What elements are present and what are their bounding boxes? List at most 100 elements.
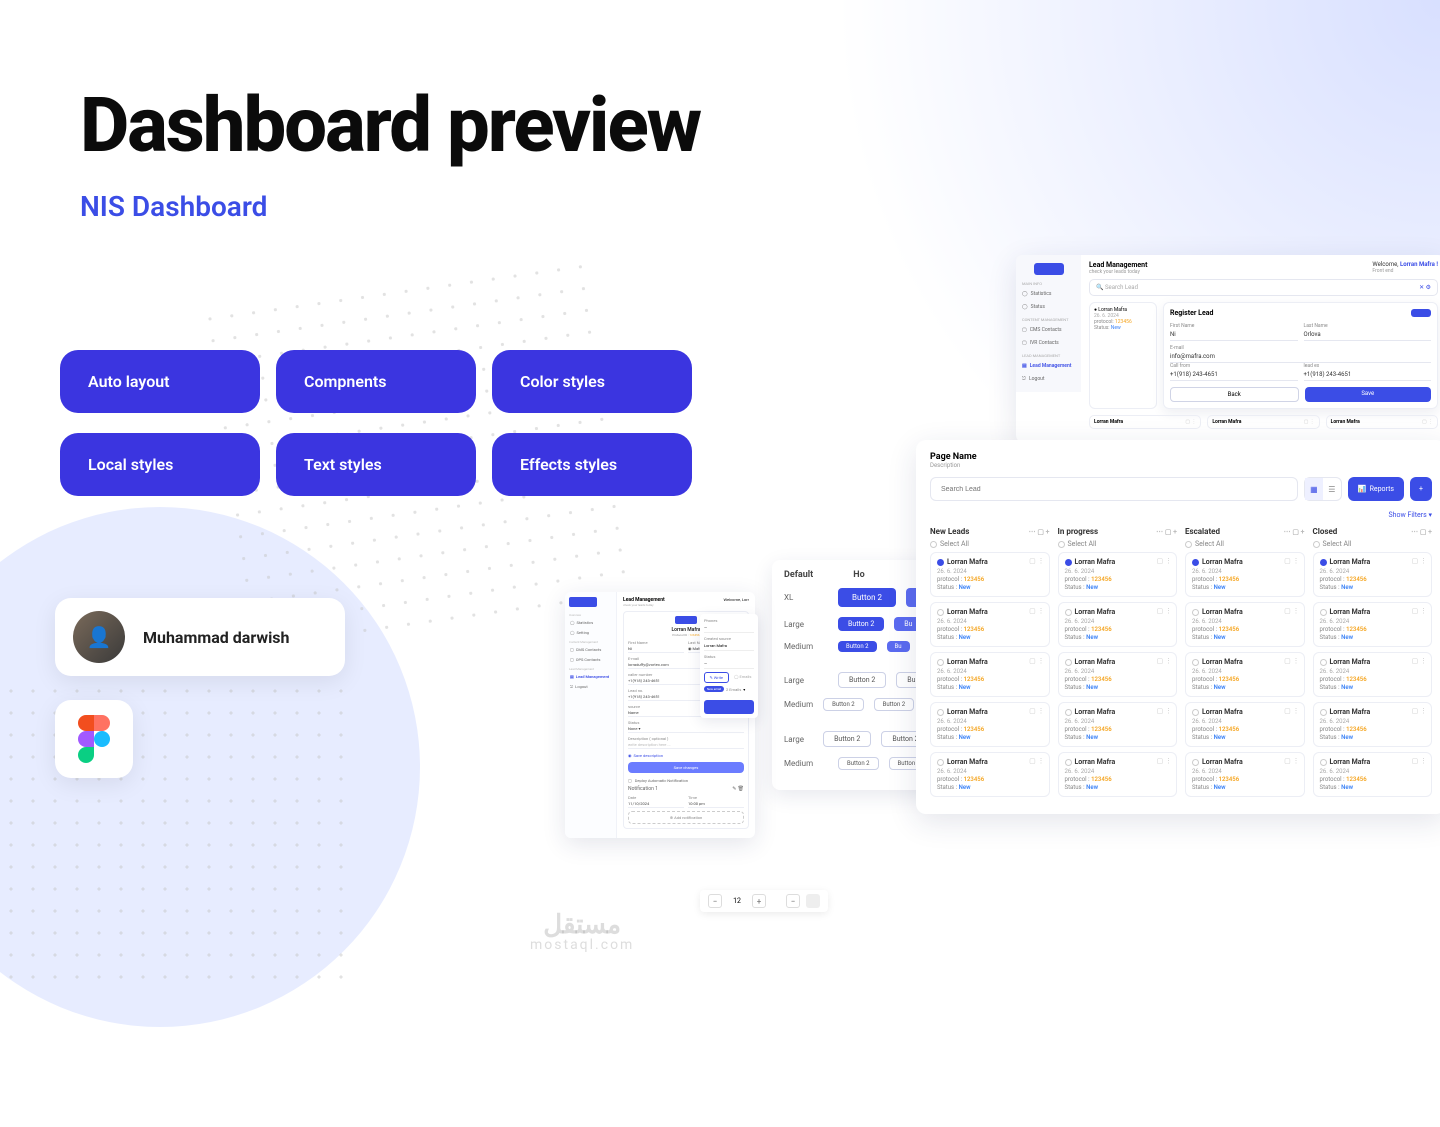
pill-text-styles: Text styles [276, 433, 476, 496]
save-changes-button[interactable]: Save changes [628, 762, 744, 773]
kanban-card[interactable]: Lorran Mafra ▢ ⋮ 26. 6. 2024 protocol : … [1313, 652, 1433, 697]
list-view-icon[interactable]: ☰ [1323, 478, 1341, 500]
grid-view-icon[interactable]: ▦ [1305, 478, 1323, 500]
new-email-chip[interactable]: New email [704, 686, 724, 692]
pill-components: Compnents [276, 350, 476, 413]
nav-section: Content Management [1022, 317, 1075, 322]
page-subtitle: NIS Dashboard [80, 190, 267, 223]
nav-ops-contacts[interactable]: ▢ OPS Contacts [569, 655, 612, 664]
button-outline[interactable]: Button 2 [823, 731, 871, 747]
first-name-input[interactable]: Ni [628, 645, 684, 653]
lead-ex-input[interactable]: +1(918) 243-4651 [1304, 369, 1432, 381]
nav-logout[interactable]: ⎋ Logout [569, 682, 612, 691]
kanban-card[interactable]: Lorran Mafra ▢ ⋮ 26. 6. 2024 protocol : … [1058, 752, 1178, 797]
emails-button[interactable]: ◯ Emails [732, 672, 755, 683]
nav-ivr-contacts[interactable]: ▢ IVR Contacts [1020, 337, 1077, 349]
write-button[interactable]: ✎ Write [704, 672, 729, 683]
button-large[interactable]: Button 2 [838, 617, 884, 631]
status-select[interactable]: None ▾ [628, 725, 744, 733]
button-outline-med[interactable]: Button 2 [838, 757, 879, 770]
first-name-input[interactable]: Ni [1170, 329, 1298, 341]
button-medium[interactable]: Button 2 [838, 641, 877, 652]
kanban-card[interactable]: Lorran Mafra ▢ ⋮ 26. 6. 2024 protocol : … [1313, 552, 1433, 597]
logo [1034, 263, 1064, 275]
author-avatar: 👤 [73, 611, 125, 663]
kanban-card[interactable]: Lorran Mafra ▢ ⋮ 26. 6. 2024 protocol : … [930, 702, 1050, 747]
author-card: 👤 Muhammad darwish [55, 598, 345, 676]
kanban-card[interactable]: Lorran Mafra ▢ ⋮ 26. 6. 2024 protocol : … [1313, 602, 1433, 647]
author-name: Muhammad darwish [143, 628, 289, 647]
plus-icon[interactable]: + [752, 894, 766, 908]
kanban-card[interactable]: Lorran Mafra ▢ ⋮ 26. 6. 2024 protocol : … [1185, 652, 1305, 697]
email-input[interactable]: info@mafra.com [1170, 351, 1431, 363]
search-input[interactable]: 🔍 Search Lead ✕ ⚙ [1089, 279, 1438, 296]
mini-card: Lorran Mafra ▢ ⋮ [1089, 415, 1201, 429]
kanban-card[interactable]: Lorran Mafra ▢ ⋮ 26. 6. 2024 protocol : … [1185, 752, 1305, 797]
kanban-card[interactable]: Lorran Mafra ▢ ⋮ 26. 6. 2024 protocol : … [930, 602, 1050, 647]
minus-icon[interactable]: − [786, 894, 800, 908]
date-input[interactable]: 11/10/2024 [628, 800, 684, 808]
figma-badge [55, 700, 133, 778]
call-from-input[interactable]: +1(918) 243-4651 [1170, 369, 1298, 381]
nav-lead-management[interactable]: ▤ Lead Management [569, 672, 612, 681]
logo [569, 597, 597, 607]
button-medium-hover[interactable]: Bu [887, 641, 910, 652]
kanban-card[interactable]: Lorran Mafra ▢ ⋮ 26. 6. 2024 protocol : … [1185, 552, 1305, 597]
view-toggle[interactable]: ▦ ☰ [1304, 477, 1342, 501]
lead-detail-card: ● Lorran Mafra 26. 6. 2024 protocol: 123… [1089, 302, 1157, 409]
time-input[interactable]: 10:00 pm [688, 800, 744, 808]
save-button[interactable]: Save [1305, 387, 1432, 402]
nav-lead-management[interactable]: ▤ Lead Management [1020, 360, 1077, 372]
add-notification-button[interactable]: ⊕ Add notification [628, 811, 744, 824]
mini-card: Lorran Mafra ▢ ⋮ [1326, 415, 1438, 429]
pill-auto-layout: Auto layout [60, 350, 260, 413]
nav-cms-contacts[interactable]: ▢ CMS Contacts [569, 645, 612, 654]
kanban-card[interactable]: Lorran Mafra ▢ ⋮ 26. 6. 2024 protocol : … [930, 752, 1050, 797]
nav-status[interactable]: ◯ Status [1020, 301, 1077, 313]
last-name-input[interactable]: Orlova [1304, 329, 1432, 341]
lead-panel-mock: Main Info ◯ Statistics ◯ Status Content … [1016, 255, 1440, 443]
kanban-card[interactable]: Lorran Mafra ▢ ⋮ 26. 6. 2024 protocol : … [1185, 602, 1305, 647]
kanban-card[interactable]: Lorran Mafra ▢ ⋮ 26. 6. 2024 protocol : … [1185, 702, 1305, 747]
add-button[interactable]: + [1410, 477, 1432, 501]
notify-toggle[interactable]: ▢ Deploy Automatic Notification [628, 778, 744, 783]
primary-action[interactable] [704, 700, 754, 714]
kanban-card[interactable]: Lorran Mafra ▢ ⋮ 26. 6. 2024 protocol : … [930, 652, 1050, 697]
page-title: Dashboard preview [80, 80, 700, 170]
nav-section: Main Info [1022, 281, 1075, 286]
kanban-card[interactable]: Lorran Mafra ▢ ⋮ 26. 6. 2024 protocol : … [1058, 552, 1178, 597]
register-lead-form: Register Lead First NameNi Last NameOrlo… [1163, 302, 1438, 409]
save-desc-check[interactable]: ◉ Save description [628, 753, 744, 758]
button-outline[interactable]: Button 2 [838, 672, 886, 688]
kanban-card[interactable]: Lorran Mafra ▢ ⋮ 26. 6. 2024 protocol : … [1058, 702, 1178, 747]
logo [675, 616, 697, 624]
welcome-text: Welcome, Lorr [723, 597, 749, 607]
nav-statistics[interactable]: ◯ Statistics [569, 618, 612, 627]
kanban-card[interactable]: Lorran Mafra ▢ ⋮ 26. 6. 2024 protocol : … [1313, 702, 1433, 747]
kanban-card[interactable]: Lorran Mafra ▢ ⋮ 26. 6. 2024 protocol : … [1058, 652, 1178, 697]
watermark: مستقل mostaql.com [530, 912, 634, 952]
nav-setting[interactable]: ◯ Setting [569, 628, 612, 637]
pill-color-styles: Color styles [492, 350, 692, 413]
role-text: Front end [1372, 268, 1438, 274]
back-button[interactable]: Back [1170, 387, 1299, 402]
panel-subtitle: check your leads today [1089, 269, 1147, 275]
kanban-card[interactable]: Lorran Mafra ▢ ⋮ 26. 6. 2024 protocol : … [930, 552, 1050, 597]
nav-statistics[interactable]: ◯ Statistics [1020, 288, 1077, 300]
panel-title: Lead Management [1089, 261, 1147, 269]
reports-button[interactable]: 📊 Reports [1348, 477, 1404, 501]
number-stepper[interactable]: − 12 + − [700, 890, 828, 912]
show-filters-link[interactable]: Show Filters ▾ [930, 511, 1432, 519]
button-outline-med[interactable]: Button 2 [823, 698, 864, 711]
search-input[interactable] [930, 477, 1298, 501]
button-outline-med[interactable]: Button 2 [874, 698, 915, 711]
sidebar: Main Info ◯ Statistics ◯ Status Content … [1016, 255, 1081, 392]
kanban-card[interactable]: Lorran Mafra ▢ ⋮ 26. 6. 2024 protocol : … [1058, 602, 1178, 647]
nav-cms-contacts[interactable]: ▢ CMS Contacts [1020, 324, 1077, 336]
description-input[interactable]: write description here ... [628, 741, 744, 749]
minus-icon[interactable]: − [708, 894, 722, 908]
button-xl[interactable]: Button 2 [838, 588, 896, 607]
board-description: Description [930, 462, 977, 469]
nav-logout[interactable]: ⎋ Logout [1020, 373, 1077, 385]
kanban-card[interactable]: Lorran Mafra ▢ ⋮ 26. 6. 2024 protocol : … [1313, 752, 1433, 797]
